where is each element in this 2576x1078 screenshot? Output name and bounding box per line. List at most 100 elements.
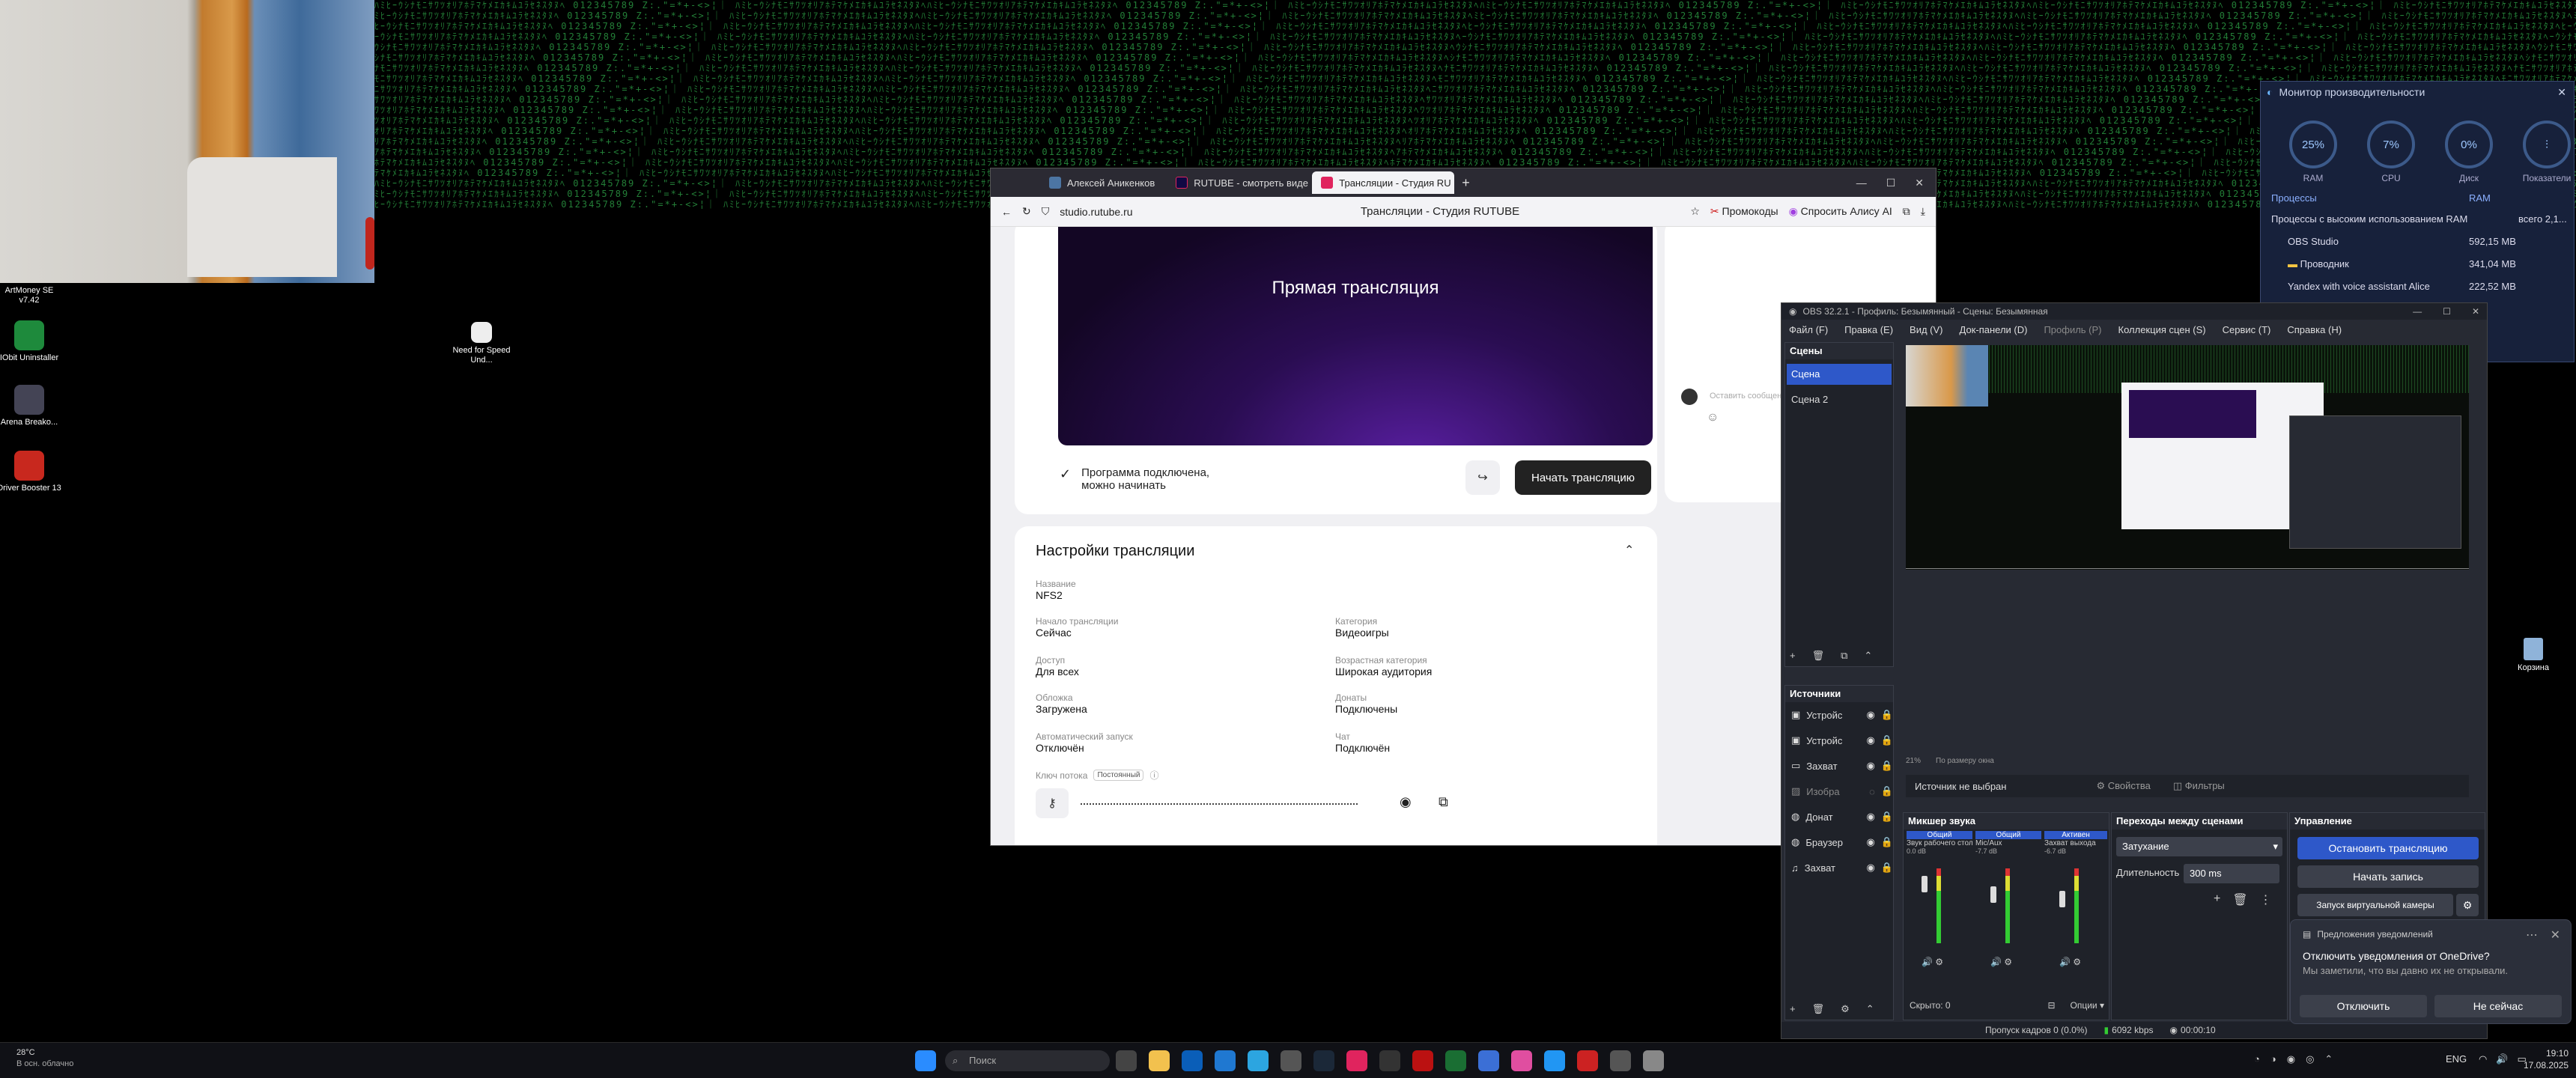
add-icon[interactable]: + xyxy=(1790,1003,1796,1015)
properties-button[interactable]: ⚙ Свойства xyxy=(2096,780,2150,792)
app-icon[interactable] xyxy=(1445,1050,1466,1071)
menu-edit[interactable]: Правка (E) xyxy=(1844,324,1893,335)
rutube-icon[interactable] xyxy=(1346,1050,1367,1071)
trash-icon[interactable]: 🗑 xyxy=(1812,650,1825,662)
trash-icon[interactable]: 🗑 xyxy=(2232,892,2247,907)
process-row[interactable]: OBS Studio xyxy=(2288,236,2339,247)
menu-tools[interactable]: Сервис (T) xyxy=(2223,324,2271,335)
download-icon[interactable]: ⤓ xyxy=(1921,205,1925,218)
app-icon[interactable] xyxy=(1379,1050,1400,1071)
language-indicator[interactable]: ENG xyxy=(2446,1053,2467,1065)
source-item[interactable]: ▨ Изобра ◌ 🔒 xyxy=(1785,779,1893,804)
close-icon[interactable]: ✕ xyxy=(2557,86,2574,99)
tray-icon[interactable]: ◎ xyxy=(2306,1053,2314,1065)
speaker-icon[interactable]: 🔊 ⚙ xyxy=(2059,957,2081,967)
gear-icon[interactable]: ⚙ xyxy=(1841,1003,1850,1015)
volume-slider[interactable] xyxy=(1990,886,1996,903)
edge-icon[interactable] xyxy=(1215,1050,1236,1071)
search-box[interactable]: ⌕ Поиск xyxy=(945,1050,1110,1071)
new-tab-icon[interactable]: + xyxy=(1457,171,1474,194)
chevron-up-icon[interactable]: ⌃ xyxy=(1864,650,1872,662)
back-icon[interactable]: ← xyxy=(1001,206,1012,218)
video-player[interactable]: Прямая трансляция xyxy=(1058,227,1653,445)
app-icon[interactable] xyxy=(1478,1050,1499,1071)
app-icon[interactable] xyxy=(1544,1050,1565,1071)
stop-stream-button[interactable]: Остановить трансляцию xyxy=(2297,837,2479,859)
maximize-icon[interactable]: ☐ xyxy=(1886,177,1896,189)
source-item[interactable]: ▣ Устройс ◉ 🔒 xyxy=(1785,702,1893,728)
start-stream-button[interactable]: Начать трансляцию xyxy=(1515,460,1651,495)
chevron-up-icon[interactable]: ⌃ xyxy=(1624,543,1634,558)
desktop-icon-artmoney[interactable]: ArtMoney SE v7.42 xyxy=(0,286,63,305)
virtual-camera-button[interactable]: Запуск виртуальной камеры xyxy=(2297,894,2453,916)
tray-icon[interactable]: ◔ xyxy=(2254,1053,2260,1065)
duration-input[interactable]: 300 ms xyxy=(2184,864,2279,883)
menu-scene-collection[interactable]: Коллекция сцен (S) xyxy=(2118,324,2206,335)
not-now-button[interactable]: Не сейчас xyxy=(2434,995,2562,1017)
tab-vk[interactable]: Алексей Аникенков xyxy=(1040,171,1164,194)
app-icon[interactable] xyxy=(1610,1050,1631,1071)
url-field[interactable]: studio.rutube.ru xyxy=(1060,206,1132,218)
source-item[interactable]: ◍ Браузер ◉ 🔒 xyxy=(1785,829,1893,855)
chevron-up-icon[interactable]: ⌃ xyxy=(1866,1003,1874,1015)
weather-widget[interactable]: 28°C В осн. облачно xyxy=(16,1047,73,1070)
obs-preview[interactable] xyxy=(1906,345,2469,570)
chat-input[interactable]: Оставить сообщение xyxy=(1710,392,1790,401)
tab-rutube[interactable]: RUTUBE - смотреть виде xyxy=(1167,171,1309,194)
bookmark-icon[interactable]: ☆ xyxy=(1690,205,1700,218)
menu-profile[interactable]: Профиль (P) xyxy=(2044,324,2101,335)
source-item[interactable]: ▣ Устройс ◉ 🔒 xyxy=(1785,728,1893,753)
menu-docks[interactable]: Док-панели (D) xyxy=(1960,324,2028,335)
processes-total[interactable]: всего 2,1... xyxy=(2518,213,2567,225)
stream-key-field[interactable] xyxy=(1081,803,1358,805)
help-icon[interactable]: ⓘ xyxy=(1149,769,1158,782)
desktop-icon-nfs[interactable]: Need for Speed Und... xyxy=(448,322,515,365)
more-icon[interactable]: ⋮ xyxy=(2260,892,2272,907)
close-icon[interactable]: ✕ xyxy=(2472,306,2479,317)
tray-icon[interactable]: ◑ xyxy=(2270,1053,2276,1065)
filter-icon[interactable]: ⧉ xyxy=(1841,650,1847,662)
telegram-icon[interactable] xyxy=(1248,1050,1269,1071)
share-icon[interactable]: ↪ xyxy=(1465,460,1500,495)
minimize-icon[interactable]: — xyxy=(1856,177,1867,189)
options-button[interactable]: Опции ▾ xyxy=(2071,1000,2104,1011)
maximize-icon[interactable]: ☐ xyxy=(2443,306,2451,317)
clock[interactable]: 19:10 17.08.2025 xyxy=(2524,1047,2569,1071)
layout-icon[interactable]: ⊟ xyxy=(2047,1000,2055,1011)
bookmark-alice[interactable]: ◉ Спросить Алису AI xyxy=(1789,205,1892,218)
transition-select[interactable]: Затухание ▾ xyxy=(2116,837,2282,856)
close-icon[interactable]: ✕ xyxy=(2551,928,2560,943)
scene-item[interactable]: Сцена 2 xyxy=(1787,389,1892,410)
desktop-icon-recycle-bin[interactable]: Корзина xyxy=(2500,638,2567,673)
app-icon[interactable] xyxy=(1643,1050,1664,1071)
app-icon[interactable] xyxy=(1577,1050,1598,1071)
emoji-icon[interactable]: ☺ xyxy=(1707,411,1719,424)
tray-icon[interactable]: ◉ xyxy=(2287,1053,2295,1065)
extension-icon[interactable]: ⧉ xyxy=(1903,205,1910,218)
process-row[interactable]: ▬ Проводник xyxy=(2288,258,2349,270)
desktop-icon-arena[interactable]: Arena Breako... xyxy=(0,385,63,427)
zoom-value[interactable]: 21% xyxy=(1906,757,1921,765)
eye-icon[interactable]: ◉ xyxy=(1400,794,1412,810)
tab-studio[interactable]: Трансляции - Студия RU ✕ xyxy=(1312,171,1455,194)
tray-icon[interactable]: ⌃ xyxy=(2324,1053,2333,1065)
app-icon[interactable] xyxy=(1511,1050,1532,1071)
speaker-icon[interactable]: 🔊 ⚙ xyxy=(1922,957,1943,967)
bookmark-promocodes[interactable]: ✂ Промокоды xyxy=(1710,205,1778,218)
filters-button[interactable]: ◫ Фильтры xyxy=(2173,780,2225,792)
menu-help[interactable]: Справка (H) xyxy=(2287,324,2342,335)
source-item[interactable]: ▭ Захват ◉ 🔒 xyxy=(1785,753,1893,779)
start-record-button[interactable]: Начать запись xyxy=(2297,865,2479,888)
add-icon[interactable]: + xyxy=(2214,892,2220,907)
start-icon[interactable] xyxy=(915,1050,936,1071)
metrics-icon[interactable]: ⫶ xyxy=(2523,121,2571,168)
source-item[interactable]: ♫ Захват ◉ 🔒 xyxy=(1785,855,1893,880)
gear-icon[interactable]: ⚙ xyxy=(2456,894,2479,916)
reload-icon[interactable]: ↻ xyxy=(1022,205,1031,218)
volume-slider[interactable] xyxy=(1922,876,1928,892)
more-icon[interactable]: ⋯ xyxy=(2526,928,2538,943)
steam-icon[interactable] xyxy=(1313,1050,1334,1071)
tray-status[interactable]: ◠ 🔊 ▭ xyxy=(2479,1053,2527,1065)
process-row[interactable]: Yandex with voice assistant Alice xyxy=(2288,281,2430,292)
source-item[interactable]: ◍ Донат ◉ 🔒 xyxy=(1785,804,1893,829)
